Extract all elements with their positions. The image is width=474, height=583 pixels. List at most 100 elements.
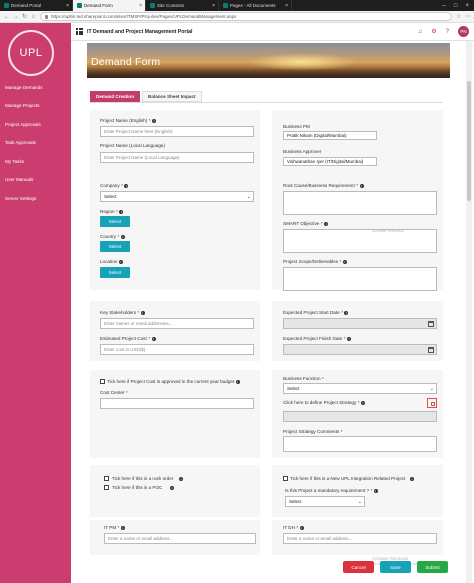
key-stakeholders-input[interactable]: Enter names or email addresses... — [100, 318, 254, 329]
sidebar-item-manage-demands[interactable]: Manage Demands — [0, 78, 71, 97]
close-window-icon[interactable]: × — [465, 3, 469, 9]
info-icon[interactable]: i — [324, 221, 329, 226]
it-dh-label: IT DH * i — [283, 525, 304, 530]
root-cause-textarea[interactable] — [283, 191, 437, 215]
label-text: Is this Project a mandatory requirement … — [285, 488, 370, 493]
info-icon[interactable]: i — [119, 209, 124, 214]
app-launcher-icon[interactable] — [76, 28, 83, 35]
mandatory-requirement-select[interactable]: Select ⌄ — [285, 496, 365, 507]
budget-approved-checkbox[interactable] — [100, 379, 105, 384]
business-pm-field[interactable]: Pratik Nikam (Digital/Mumbai) — [283, 131, 377, 140]
budget-approved-label: Tick here if Project Cost is approved in… — [107, 379, 240, 384]
info-icon[interactable]: i — [410, 477, 414, 481]
menu-icon[interactable]: ⋯ — [465, 13, 471, 20]
cost-center-input[interactable] — [100, 398, 254, 409]
info-icon[interactable]: i — [118, 259, 123, 264]
info-icon[interactable]: i — [361, 400, 366, 405]
info-icon[interactable]: i — [347, 336, 352, 341]
strategy-comments-textarea[interactable] — [283, 436, 437, 452]
info-icon[interactable]: i — [373, 488, 378, 493]
page-favicon-icon — [4, 3, 9, 8]
info-icon[interactable]: i — [120, 234, 125, 239]
sidebar-item-my-tasks[interactable]: My Tasks — [0, 152, 71, 171]
info-icon[interactable]: i — [179, 477, 183, 481]
label-text: IT DH — [283, 525, 295, 530]
sidebar-item-label: My Tasks — [5, 158, 25, 164]
business-approver-field[interactable]: Vishwanathan Iyer (IT/Digital/Mumbai) — [283, 157, 377, 166]
submit-button[interactable]: Submit — [417, 561, 448, 573]
info-icon[interactable]: i — [170, 486, 174, 490]
info-icon[interactable]: i — [344, 310, 349, 315]
info-icon[interactable]: i — [151, 336, 156, 341]
project-name-local-input[interactable]: Enter Project Name (Local Language) — [100, 152, 254, 163]
maximize-icon[interactable]: □ — [454, 3, 458, 9]
info-icon[interactable]: i — [342, 259, 347, 264]
scrollbar[interactable] — [466, 41, 472, 583]
gear-icon[interactable]: ⚙ — [431, 28, 436, 35]
home-icon[interactable]: ⌂ — [31, 14, 36, 20]
poc-checkbox[interactable] — [104, 485, 109, 490]
button-label: Cancel — [351, 564, 366, 570]
url-field[interactable]: https://upltin.ted.sharepoint.com/sites/… — [40, 12, 452, 21]
region-select-button[interactable]: Select — [100, 216, 130, 227]
close-icon[interactable]: × — [139, 3, 142, 9]
browser-tab[interactable]: Pages - All Documents × — [219, 0, 292, 11]
close-icon[interactable]: × — [285, 3, 288, 9]
required-marker: * — [339, 259, 342, 264]
new-upl-project-checkbox[interactable] — [283, 476, 288, 481]
tab-balance-sheet-impact[interactable]: Balance Sheet Impact — [142, 91, 202, 102]
info-icon[interactable]: i — [299, 525, 304, 530]
define-strategy-icon[interactable] — [427, 398, 437, 408]
bell-icon[interactable]: ♫ — [418, 29, 423, 35]
sidebar-item-manage-projects[interactable]: Manage Projects — [0, 97, 71, 116]
calendar-icon[interactable] — [428, 321, 434, 327]
browser-tab[interactable]: Site Contents × — [146, 0, 219, 11]
bookmark-icon[interactable]: ☆ — [456, 13, 461, 20]
close-icon[interactable]: × — [212, 3, 215, 9]
sidebar-item-server-settings[interactable]: Server Settings — [0, 189, 71, 208]
finish-date-input[interactable] — [283, 344, 437, 355]
refresh-icon[interactable]: ↻ — [22, 13, 27, 20]
project-scope-textarea[interactable] — [283, 267, 437, 291]
start-date-input[interactable] — [283, 318, 437, 329]
company-select[interactable]: Select ⌄ — [100, 191, 254, 202]
it-dh-input[interactable]: Enter a name or email address... — [283, 533, 437, 544]
tab-demand-creation[interactable]: Demand Creation — [90, 91, 141, 102]
browser-tab[interactable]: Demand Portal × — [0, 0, 73, 11]
browser-tab[interactable]: Demand Form × — [73, 0, 146, 11]
calendar-icon[interactable] — [428, 347, 434, 353]
app-header: IT Demand and Project Management Portal … — [71, 23, 474, 41]
smart-objective-textarea[interactable] — [283, 229, 437, 253]
back-icon[interactable]: ← — [4, 14, 10, 20]
estimated-cost-input[interactable]: Enter cost in USD($) — [100, 344, 254, 355]
business-function-select[interactable]: Select ⌄ — [283, 383, 437, 394]
minimize-icon[interactable]: – — [443, 3, 446, 9]
help-icon[interactable]: ? — [446, 29, 449, 35]
rush-order-checkbox[interactable] — [104, 476, 109, 481]
forward-icon[interactable]: → — [13, 14, 19, 20]
save-button[interactable]: Save — [380, 561, 411, 573]
location-select-button[interactable]: Select — [100, 267, 130, 278]
close-icon[interactable]: × — [66, 3, 69, 9]
address-bar: ← → ↻ ⌂ https://upltin.ted.sharepoint.co… — [0, 11, 474, 23]
info-icon[interactable]: i — [235, 379, 240, 384]
info-icon[interactable]: i — [140, 310, 145, 315]
scroll-thumb[interactable] — [467, 81, 471, 201]
country-select-button[interactable]: Select — [100, 241, 130, 252]
cancel-button[interactable]: Cancel — [343, 561, 374, 573]
info-icon[interactable]: i — [359, 183, 364, 188]
avatar-initials: PN — [460, 29, 467, 34]
it-pm-input[interactable]: Enter a name or email address... — [104, 533, 256, 544]
button-label: Submit — [425, 564, 440, 570]
info-icon[interactable]: i — [124, 183, 129, 188]
sidebar-item-task-approvals[interactable]: Task Approvals — [0, 134, 71, 153]
sidebar-item-project-approvals[interactable]: Project Approvals — [0, 115, 71, 134]
watermark-text: Activate Windows — [372, 228, 404, 233]
window-controls: – □ × — [443, 3, 474, 9]
info-icon[interactable]: i — [152, 118, 157, 123]
info-icon[interactable]: i — [120, 525, 125, 530]
project-name-english-input[interactable]: Enter Project Name here (English) — [100, 126, 254, 137]
key-stakeholders-label: Key Stakeholders * i — [100, 310, 145, 315]
sidebar-item-user-manuals[interactable]: User Manuals — [0, 171, 71, 190]
avatar[interactable]: PN — [458, 26, 469, 37]
